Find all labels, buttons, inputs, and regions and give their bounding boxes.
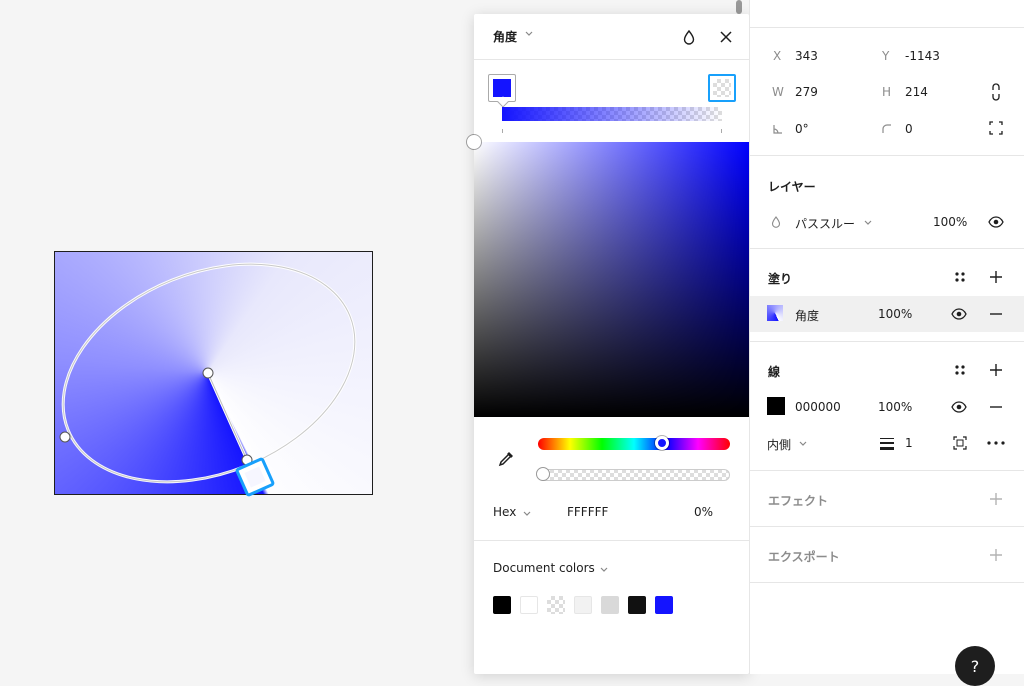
section-divider — [750, 526, 1024, 527]
gradient-stop-transparent[interactable] — [708, 74, 736, 102]
stroke-color-swatch[interactable] — [767, 397, 785, 415]
eye-icon[interactable] — [987, 213, 1005, 231]
section-divider — [750, 248, 1024, 249]
stop-color-swatch-transparent — [713, 79, 731, 97]
help-button[interactable]: ? — [955, 646, 995, 686]
document-color-swatch[interactable] — [493, 596, 511, 614]
document-color-swatch[interactable] — [628, 596, 646, 614]
document-color-swatch[interactable] — [574, 596, 592, 614]
angular-gradient-rectangle[interactable] — [54, 251, 373, 495]
eye-icon[interactable] — [950, 305, 968, 323]
stroke-weight-input[interactable]: 1 — [905, 436, 913, 450]
layer-opacity-input[interactable]: 100% — [933, 215, 967, 229]
x-input[interactable]: 343 — [795, 49, 818, 63]
document-color-swatch[interactable] — [655, 596, 673, 614]
stroke-weight-icon — [878, 434, 896, 452]
chevron-down-icon[interactable] — [863, 216, 873, 230]
hex-value-input[interactable]: FFFFFF — [567, 505, 608, 519]
picker-divider — [474, 540, 749, 541]
plus-icon[interactable] — [987, 546, 1005, 564]
h-label: H — [882, 85, 892, 99]
section-divider — [750, 27, 1024, 28]
chevron-down-icon[interactable] — [522, 507, 532, 521]
gradient-stop-blue[interactable] — [488, 74, 516, 108]
angular-fill-swatch[interactable] — [767, 305, 783, 321]
chevron-down-icon[interactable] — [599, 563, 609, 577]
canvas-scrollbar[interactable] — [736, 0, 742, 14]
height-input[interactable]: 214 — [905, 85, 928, 99]
rotation-input[interactable]: 0° — [795, 122, 809, 136]
x-label: X — [773, 49, 782, 63]
effects-section-title: エフェクト — [768, 494, 829, 508]
plus-icon[interactable] — [987, 490, 1005, 508]
document-color-swatch[interactable] — [547, 596, 565, 614]
stroke-position-dropdown[interactable]: 内側 — [767, 436, 791, 453]
stroke-section-title: 線 — [768, 365, 781, 379]
plus-icon[interactable] — [987, 361, 1005, 379]
document-color-swatch[interactable] — [601, 596, 619, 614]
stop-color-swatch — [493, 79, 511, 97]
properties-panel: X 343 Y -1143 W 279 H 214 0° 0 レイヤー パススル… — [749, 0, 1024, 674]
document-colors-dropdown[interactable]: Document colors — [493, 561, 595, 575]
minus-icon[interactable] — [987, 305, 1005, 323]
section-divider — [750, 155, 1024, 156]
corner-radius-input[interactable]: 0 — [905, 122, 913, 136]
opacity-slider[interactable] — [536, 467, 730, 481]
gradient-bar-fill — [502, 107, 722, 121]
styles-icon[interactable] — [951, 268, 969, 286]
opacity-value-input[interactable]: 0% — [694, 505, 713, 519]
expand-icon[interactable] — [987, 119, 1005, 137]
stroke-opacity-input[interactable]: 100% — [878, 400, 912, 414]
drop-icon[interactable] — [678, 26, 700, 48]
opacity-slider-track — [538, 469, 730, 481]
blend-mode-dropdown[interactable]: パススルー — [795, 215, 855, 232]
hue-slider-handle[interactable] — [655, 436, 670, 450]
width-input[interactable]: 279 — [795, 85, 818, 99]
picker-header: 角度 — [474, 14, 749, 60]
more-icon[interactable] — [987, 434, 1005, 452]
layer-section-title: レイヤー — [768, 180, 816, 194]
fill-type-label[interactable]: 角度 — [795, 307, 819, 324]
stop-tick-left — [502, 129, 503, 133]
color-picker-panel: 角度 Hex FFFFFF 0% Document colors — [467, 14, 749, 674]
eye-icon[interactable] — [950, 398, 968, 416]
gradient-type-dropdown[interactable]: 角度 — [493, 28, 517, 45]
section-divider — [750, 582, 1024, 583]
chevron-down-icon[interactable] — [524, 28, 534, 41]
export-section-title: エクスポート — [768, 550, 840, 564]
eyedropper-icon[interactable] — [496, 449, 516, 469]
link-icon[interactable] — [987, 83, 1005, 101]
close-icon[interactable] — [715, 26, 737, 48]
blend-drop-icon — [767, 213, 785, 231]
color-format-dropdown[interactable]: Hex — [493, 505, 516, 519]
section-divider — [750, 470, 1024, 471]
stop-tick-right — [721, 129, 722, 133]
y-label: Y — [882, 49, 890, 63]
section-divider — [750, 341, 1024, 342]
corner-radius-icon — [878, 120, 896, 138]
fill-opacity-input[interactable]: 100% — [878, 307, 912, 321]
chevron-down-icon[interactable] — [798, 437, 808, 451]
hue-slider[interactable] — [538, 436, 730, 450]
styles-icon[interactable] — [951, 361, 969, 379]
fill-section-title: 塗り — [768, 272, 793, 286]
plus-icon[interactable] — [987, 268, 1005, 286]
minus-icon[interactable] — [987, 398, 1005, 416]
saturation-brightness-area[interactable] — [467, 135, 749, 417]
document-color-swatch[interactable] — [520, 596, 538, 614]
gradient-bar[interactable] — [502, 107, 722, 121]
stroke-hex-input[interactable]: 000000 — [795, 400, 841, 414]
opacity-slider-handle[interactable] — [536, 467, 550, 481]
w-label: W — [772, 85, 784, 99]
saturation-brightness-handle[interactable] — [467, 135, 481, 149]
y-input[interactable]: -1143 — [905, 49, 940, 63]
stroke-sides-icon[interactable] — [951, 434, 969, 452]
rotation-icon — [769, 120, 787, 138]
